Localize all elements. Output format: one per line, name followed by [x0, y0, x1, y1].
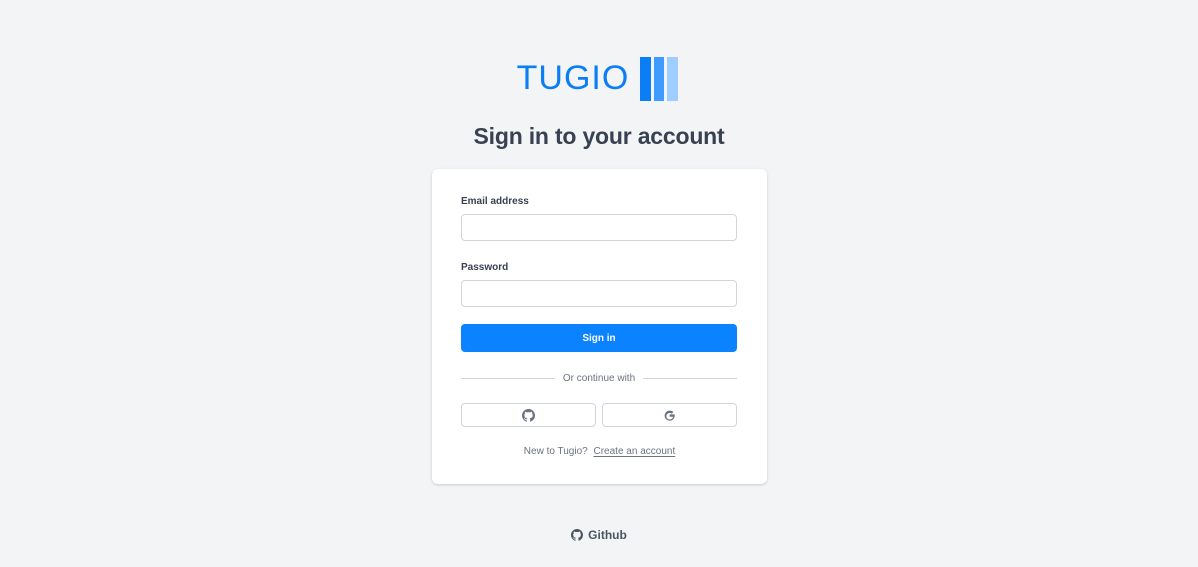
sign-in-page: TUGIO Sign in to your account Email addr…	[0, 0, 1198, 567]
footer-github-link[interactable]: Github	[0, 528, 1198, 542]
tugio-logo: TUGIO	[0, 54, 1198, 102]
logo-text: TUGIO	[516, 59, 630, 97]
divider-line-right	[643, 377, 738, 379]
github-icon	[571, 529, 584, 541]
footer-github-label: Github	[588, 528, 627, 542]
sign-in-card: Email address Password Sign in Or contin…	[432, 169, 767, 484]
google-icon	[664, 410, 676, 421]
create-account-row: New to Tugio? Create an account	[432, 446, 767, 457]
email-field[interactable]	[461, 214, 737, 241]
github-sign-in-button[interactable]	[461, 403, 596, 427]
page-title: Sign in to your account	[473, 123, 725, 149]
password-field[interactable]	[461, 280, 737, 307]
google-sign-in-button[interactable]	[602, 403, 737, 427]
new-to-tugio-text: New to Tugio?	[523, 446, 588, 457]
continue-divider: Or continue with	[461, 371, 738, 385]
divider-text: Or continue with	[562, 372, 636, 384]
divider-line-left	[461, 377, 555, 379]
sign-in-button[interactable]: Sign in	[461, 324, 737, 352]
create-account-link[interactable]: Create an account	[594, 446, 676, 457]
email-label: Email address	[461, 196, 529, 207]
logo-bars-icon	[640, 57, 679, 101]
github-icon	[522, 408, 535, 422]
password-label: Password	[461, 262, 509, 273]
